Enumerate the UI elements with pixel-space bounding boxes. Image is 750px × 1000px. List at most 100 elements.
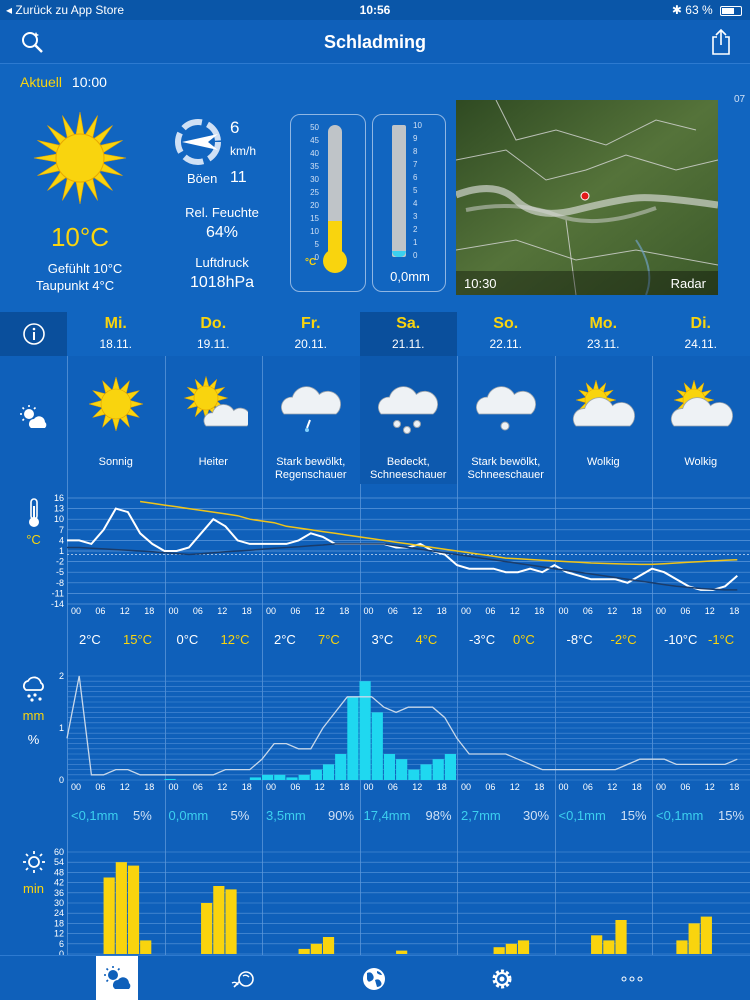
thermo-scale: 50 45 40 35 30 25 20 15 10 5 0: [297, 123, 319, 262]
temp-hour-tick: 06: [387, 606, 398, 616]
wind-unit: km/h: [230, 144, 257, 158]
rain-tick: 8: [413, 147, 418, 156]
wind-direction-icon: [172, 116, 224, 173]
temp-ytick: 13: [54, 504, 64, 514]
day-header-6[interactable]: Di. 24.11.: [652, 312, 750, 356]
temp-hour-tick: 12: [119, 606, 130, 616]
temp-hour-tick: 06: [95, 606, 106, 616]
rain-hour-tick: 06: [192, 782, 203, 792]
sun-ytick: 48: [54, 867, 64, 877]
radar-map[interactable]: 10:30 Radar: [456, 100, 718, 295]
rain-tick: 1: [413, 238, 418, 247]
day-date: 24.11.: [684, 337, 717, 351]
rain-bar: [408, 769, 420, 780]
rain-gauge-value: 0,0mm: [390, 269, 430, 284]
temp-min: 0°C: [176, 632, 199, 647]
day-header-0[interactable]: Mi. 18.11.: [67, 312, 165, 356]
temp-min: -10°C: [664, 632, 698, 647]
page-title: Schladming: [323, 32, 426, 52]
rain-bar: [420, 764, 432, 780]
tab-satellite[interactable]: [222, 956, 266, 1000]
sunshine-bar: [298, 948, 310, 954]
sun-icon: [30, 108, 130, 213]
rain-hour-tick: 12: [607, 782, 618, 792]
temp-line: [67, 507, 738, 591]
temp-ytick: -2: [56, 557, 64, 567]
temp-min: 3°C: [371, 632, 394, 647]
temp-hour-tick: 06: [485, 606, 496, 616]
rain-probability: 98%: [425, 808, 452, 823]
rain-bar: [262, 774, 274, 780]
day-header-5[interactable]: Mo. 23.11.: [554, 312, 652, 356]
thermo-tick: 25: [310, 188, 319, 197]
rain-probability: 5%: [230, 808, 250, 823]
day-date: 20.11.: [294, 337, 327, 351]
current-header: Aktuell 10:00: [20, 74, 107, 90]
temp-min: 2°C: [274, 632, 296, 647]
rain-bar: [322, 764, 335, 780]
rain-amount: <0,1mm: [656, 808, 704, 823]
rain-ytick: 1: [59, 723, 64, 733]
temp-min: -3°C: [469, 632, 496, 647]
rain-ytick: 0: [59, 775, 64, 784]
sun-ytick: 54: [54, 857, 64, 867]
radar-label: Radar: [670, 276, 706, 291]
rain-hour-tick: 12: [704, 782, 715, 792]
day-header-2[interactable]: Fr. 20.11.: [262, 312, 360, 356]
more-icon: [621, 976, 643, 981]
rain-tick: 6: [413, 173, 418, 182]
cloud-sun-icon: [652, 374, 750, 438]
sunshine-bar: [127, 865, 140, 954]
humidity-value: 64%: [205, 224, 239, 241]
day-name: Mo.: [589, 315, 618, 332]
thermo-tick: 5: [314, 240, 319, 249]
rain-hour-tick: 00: [266, 782, 277, 792]
rain-hour-tick: 06: [290, 782, 301, 792]
rain-hour-tick: 12: [314, 782, 325, 792]
temp-max: 0°C: [513, 632, 535, 647]
thermometer-card: 50 45 40 35 30 25 20 15 10 5 0 °C: [290, 114, 366, 292]
day-name: Sa.: [396, 315, 421, 332]
sunshine-bar: [225, 889, 237, 954]
day-header-1[interactable]: Do. 19.11.: [164, 312, 262, 356]
temp-ytick: 1: [59, 546, 64, 556]
day-header-3[interactable]: Sa. 21.11.: [359, 312, 457, 356]
temp-max: 4°C: [415, 632, 438, 647]
temp-ytick: -11: [52, 588, 64, 598]
weather-description: Sonnig: [98, 456, 133, 468]
thermometer-tube: [328, 125, 342, 257]
share-icon[interactable]: [710, 28, 732, 56]
temp-hour-tick: 12: [607, 606, 618, 616]
info-button[interactable]: [0, 312, 67, 356]
day-header-4[interactable]: So. 22.11.: [457, 312, 555, 356]
rain-gauge-card: 10 9 8 7 6 5 4 3 2 1 0 0,0mm: [372, 114, 446, 292]
cloud-snow1-icon: [457, 374, 555, 438]
temp-ytick: -8: [56, 578, 64, 588]
rain-hour-tick: 00: [461, 782, 472, 792]
tab-forecast[interactable]: [96, 956, 138, 1000]
tab-more[interactable]: [610, 956, 654, 1000]
day-date: 22.11.: [489, 337, 522, 351]
day-name: So.: [493, 315, 519, 332]
temp-min: 2°C: [79, 632, 101, 647]
rain-tick: 5: [413, 186, 418, 195]
rain-hour-tick: 18: [631, 782, 642, 792]
sun-ytick: 30: [54, 898, 64, 908]
cloud-rain-icon: [262, 374, 360, 438]
rain-bar: [164, 778, 176, 780]
tab-settings[interactable]: [480, 956, 524, 1000]
rain-hour-tick: 18: [534, 782, 545, 792]
day-name: Di.: [690, 315, 711, 332]
rain-hour-tick: 18: [436, 782, 447, 792]
pressure-label: Luftdruck: [195, 255, 249, 270]
thermometer-bulb: [323, 249, 347, 273]
rain-hour-tick: 00: [71, 782, 82, 792]
rain-bar: [396, 759, 408, 780]
rain-bar: [347, 696, 359, 780]
rain-amount: 17,4mm: [363, 808, 411, 823]
sun-ytick: 60: [54, 847, 64, 857]
rain-tick: 7: [413, 160, 418, 169]
rain-hour-tick: 00: [168, 782, 179, 792]
temp-hour-tick: 00: [558, 606, 569, 616]
tab-map[interactable]: [352, 956, 396, 1000]
